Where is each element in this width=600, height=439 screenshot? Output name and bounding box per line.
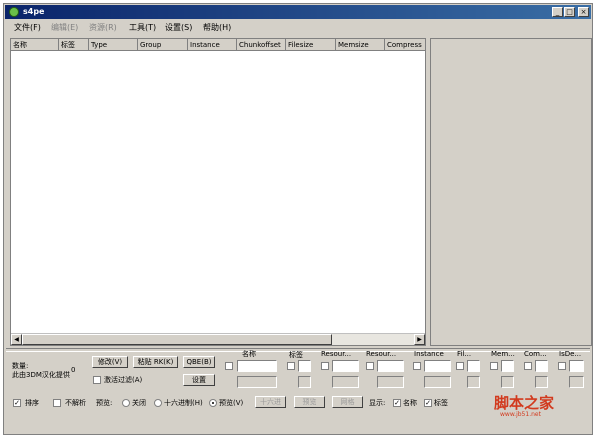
menu-bar: 文件(F) 编辑(E) 资源(R) 工具(T) 设置(S) 帮助(H) xyxy=(5,20,591,32)
filter-instance-checkbox[interactable] xyxy=(413,362,421,370)
filter-compress-checkbox[interactable] xyxy=(524,362,532,370)
col-group[interactable]: Group xyxy=(138,39,188,51)
preview-off-label: 关闭 xyxy=(132,399,146,407)
filter-memsize-checkbox[interactable] xyxy=(490,362,498,370)
modify-button[interactable]: 修改(V) xyxy=(92,356,128,368)
col-filesize[interactable]: Filesize xyxy=(286,39,336,51)
filter-filesize-checkbox[interactable] xyxy=(456,362,464,370)
filter-name-input[interactable] xyxy=(237,360,277,372)
col-tag[interactable]: 标签 xyxy=(59,39,89,51)
col-compress[interactable]: Compress xyxy=(385,39,426,51)
filter-name-checkbox[interactable] xyxy=(225,362,233,370)
display-tag-label: 标签 xyxy=(434,399,448,407)
window-title: s4pe xyxy=(23,7,45,16)
filter-header-tag: 标签 xyxy=(289,351,303,359)
filter-resource-group-input[interactable] xyxy=(377,360,404,372)
col-name[interactable]: 名称 xyxy=(11,39,59,51)
filter-resource-type-checkbox[interactable] xyxy=(321,362,329,370)
filter-instance-input[interactable] xyxy=(424,360,451,372)
filter-header-resource-type: Resour... xyxy=(321,350,352,358)
sort-label: 排序 xyxy=(25,399,39,407)
horizontal-scrollbar[interactable]: ◀ ▶ xyxy=(11,333,425,345)
col-instance[interactable]: Instance xyxy=(188,39,237,51)
filter-header-isdeleted: IsDe... xyxy=(559,350,582,358)
col-type[interactable]: Type xyxy=(89,39,138,51)
title-bar: s4pe _ □ × xyxy=(5,5,591,19)
filter-header-memsize: Mem... xyxy=(491,350,515,358)
no-parse-checkbox[interactable] xyxy=(53,399,61,407)
filter-resource-group-checkbox[interactable] xyxy=(366,362,374,370)
filter-tag-input[interactable] xyxy=(298,360,311,372)
maximize-button[interactable]: □ xyxy=(564,7,575,17)
menu-resource[interactable]: 资源(R) xyxy=(89,22,117,33)
paste-rk-button[interactable]: 粘贴 RK(K) xyxy=(133,356,178,368)
app-icon xyxy=(9,7,19,17)
count-value: 0 xyxy=(71,366,76,374)
list-header: 名称 标签 Type Group Instance Chunkoffset Fi… xyxy=(11,39,426,51)
resource-list[interactable]: 名称 标签 Type Group Instance Chunkoffset Fi… xyxy=(10,38,426,346)
filter-filesize-input[interactable] xyxy=(467,360,480,372)
app-window: s4pe _ □ × 文件(F) 编辑(E) 资源(R) 工具(T) 设置(S)… xyxy=(3,3,593,435)
col-chunkoffset[interactable]: Chunkoffset xyxy=(237,39,286,51)
close-button[interactable]: × xyxy=(578,7,589,17)
filter-memsize-input[interactable] xyxy=(501,360,514,372)
filter-tag-checkbox[interactable] xyxy=(287,362,295,370)
preview-off-radio[interactable] xyxy=(122,399,130,407)
filter-resource-type-value xyxy=(332,376,359,388)
filter-memsize-value xyxy=(501,376,514,388)
filter-isdeleted-checkbox[interactable] xyxy=(558,362,566,370)
hex-button[interactable]: 十六进 xyxy=(255,396,286,408)
no-parse-label: 不解析 xyxy=(65,399,86,407)
filter-header-compress: Com... xyxy=(524,350,547,358)
preview-mode-label: 预览: xyxy=(96,399,113,407)
filter-instance-value xyxy=(424,376,451,388)
scroll-thumb[interactable] xyxy=(22,334,332,345)
filter-compress-value xyxy=(535,376,548,388)
filter-name-value xyxy=(237,376,277,388)
grid-button[interactable]: 网格 xyxy=(332,396,363,408)
activate-filter-checkbox[interactable] xyxy=(93,376,101,384)
menu-settings[interactable]: 设置(S) xyxy=(165,22,192,33)
scroll-left-icon[interactable]: ◀ xyxy=(11,334,22,345)
scroll-right-icon[interactable]: ▶ xyxy=(414,334,425,345)
credit-text: 此由3DM汉化提供 xyxy=(12,371,70,379)
menu-file[interactable]: 文件(F) xyxy=(14,22,41,33)
preview-hex-radio[interactable] xyxy=(154,399,162,407)
preview-panel xyxy=(430,38,592,346)
filter-filesize-value xyxy=(467,376,480,388)
qbe-button[interactable]: QBE(B) xyxy=(183,356,215,368)
watermark-url: www.jb51.net xyxy=(500,411,541,418)
filter-header-resource-group: Resour... xyxy=(366,350,397,358)
activate-filter-label: 激活过滤(A) xyxy=(104,376,143,384)
display-tag-checkbox[interactable]: ✓ xyxy=(424,399,432,407)
sort-checkbox[interactable]: ✓ xyxy=(13,399,21,407)
menu-tools[interactable]: 工具(T) xyxy=(129,22,156,33)
preview-view-label: 预览(V) xyxy=(219,399,244,407)
preview-hex-label: 十六进制(H) xyxy=(164,399,203,407)
filter-resource-group-value xyxy=(377,376,404,388)
filter-isdeleted-value xyxy=(569,376,584,388)
col-memsize[interactable]: Memsize xyxy=(336,39,385,51)
filter-isdeleted-input[interactable] xyxy=(569,360,584,372)
display-name-label: 名称 xyxy=(403,399,417,407)
settings-button[interactable]: 设置 xyxy=(183,374,215,386)
preview-button[interactable]: 预览 xyxy=(294,396,325,408)
filter-header-name: 名称 xyxy=(242,350,256,358)
menu-help[interactable]: 帮助(H) xyxy=(203,22,231,33)
preview-view-radio[interactable] xyxy=(209,399,217,407)
filter-tag-value xyxy=(298,376,311,388)
menu-edit[interactable]: 编辑(E) xyxy=(51,22,78,33)
display-name-checkbox[interactable]: ✓ xyxy=(393,399,401,407)
minimize-button[interactable]: _ xyxy=(552,7,563,17)
display-label: 显示: xyxy=(369,399,386,407)
watermark-logo: 脚本之家 xyxy=(494,394,555,412)
filter-compress-input[interactable] xyxy=(535,360,548,372)
filter-header-filesize: Fil... xyxy=(457,350,472,358)
filter-resource-type-input[interactable] xyxy=(332,360,359,372)
filter-header-instance: Instance xyxy=(414,350,444,358)
